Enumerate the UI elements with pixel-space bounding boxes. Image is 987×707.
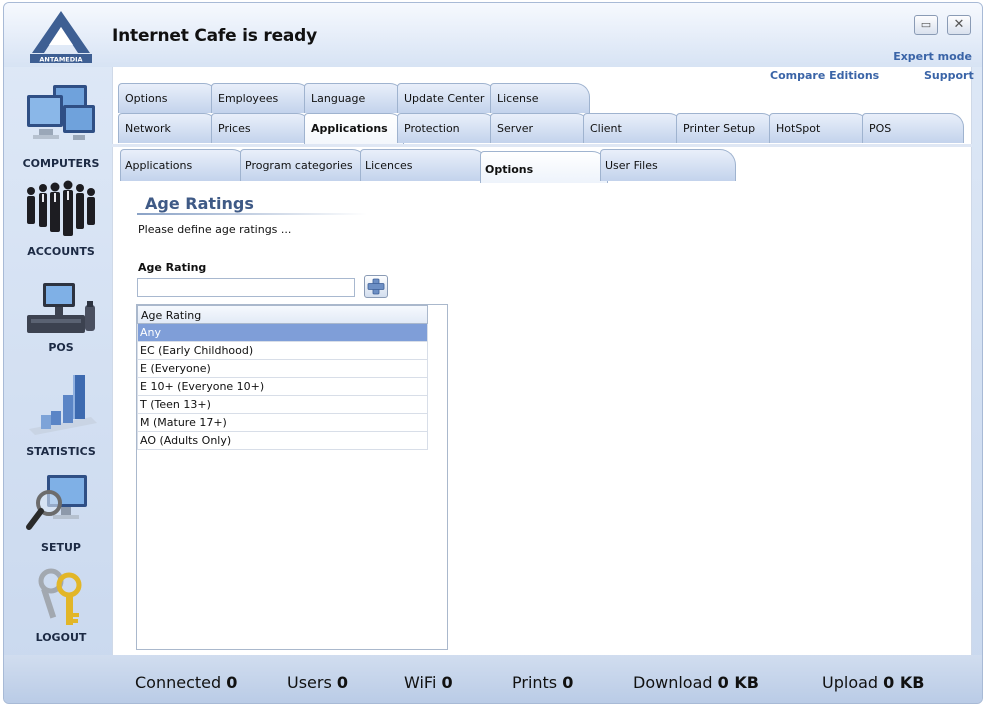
add-button[interactable] bbox=[364, 275, 388, 298]
status-title: Internet Cafe is ready bbox=[112, 26, 318, 46]
stat-value: 0 bbox=[562, 673, 574, 692]
age-rating-label: Age Rating bbox=[138, 261, 207, 274]
age-rating-list[interactable]: Age Rating Any EC (Early Childhood) E (E… bbox=[136, 304, 448, 650]
nav-logout[interactable]: LOGOUT bbox=[10, 567, 112, 644]
section-title: Age Ratings bbox=[145, 194, 254, 213]
pos-icon bbox=[27, 283, 95, 333]
list-column-header[interactable]: Age Rating bbox=[137, 305, 428, 324]
tab-language[interactable]: Language bbox=[304, 83, 404, 113]
tab-applications[interactable]: Applications bbox=[304, 113, 404, 147]
list-item[interactable]: Any bbox=[137, 324, 428, 342]
keys-icon bbox=[38, 568, 82, 625]
subtab-user-files[interactable]: User Files bbox=[600, 149, 736, 181]
close-button[interactable]: ✕ bbox=[947, 15, 971, 35]
stat-label: Prints bbox=[512, 673, 558, 692]
plus-icon bbox=[367, 278, 385, 295]
stat-users: Users 0 bbox=[287, 673, 348, 692]
tab-network[interactable]: Network bbox=[118, 113, 218, 143]
nav-label: SETUP bbox=[41, 541, 81, 554]
tab-employees[interactable]: Employees bbox=[211, 83, 311, 113]
stat-value: 0 KB bbox=[717, 673, 759, 692]
main-window: ANTAMEDIA Internet Cafe is ready ▭ ✕ Exp… bbox=[3, 2, 983, 704]
section-description: Please define age ratings ... bbox=[138, 223, 292, 236]
subtab-licences[interactable]: Licences bbox=[360, 149, 488, 181]
tab-pos[interactable]: POS bbox=[862, 113, 964, 143]
sidebar: COMPUTERS ACCOUNTS POS STATISTICS SETUP … bbox=[4, 67, 112, 655]
stat-value: 0 bbox=[226, 673, 238, 692]
compare-editions-link[interactable]: Compare Editions bbox=[770, 69, 879, 82]
age-rating-input[interactable] bbox=[137, 278, 355, 297]
nav-accounts[interactable]: ACCOUNTS bbox=[10, 179, 112, 258]
header-bar: ANTAMEDIA Internet Cafe is ready ▭ ✕ Exp… bbox=[4, 3, 982, 67]
nav-setup[interactable]: SETUP bbox=[10, 471, 112, 554]
list-item[interactable]: M (Mature 17+) bbox=[137, 414, 428, 432]
list-item[interactable]: EC (Early Childhood) bbox=[137, 342, 428, 360]
stat-label: Download bbox=[633, 673, 713, 692]
tab-printer-setup[interactable]: Printer Setup bbox=[676, 113, 776, 143]
section-underline bbox=[137, 213, 367, 215]
stat-label: Users bbox=[287, 673, 332, 692]
tab-update-center[interactable]: Update Center bbox=[397, 83, 497, 113]
tab-options[interactable]: Options bbox=[118, 83, 218, 113]
stat-label: Connected bbox=[135, 673, 222, 692]
nav-computers[interactable]: COMPUTERS bbox=[10, 79, 112, 170]
stat-prints: Prints 0 bbox=[512, 673, 573, 692]
stat-value: 0 KB bbox=[883, 673, 925, 692]
nav-label: LOGOUT bbox=[35, 631, 87, 644]
list-item[interactable]: AO (Adults Only) bbox=[137, 432, 428, 450]
nav-label: STATISTICS bbox=[26, 445, 96, 458]
nav-pos[interactable]: POS bbox=[10, 281, 112, 354]
nav-label: POS bbox=[48, 341, 74, 354]
nav-label: ACCOUNTS bbox=[27, 245, 95, 258]
subtab-applications[interactable]: Applications bbox=[120, 149, 248, 181]
stat-value: 0 bbox=[336, 673, 349, 692]
tab-row-divider bbox=[112, 144, 972, 147]
list-item[interactable]: T (Teen 13+) bbox=[137, 396, 428, 414]
tab-prices[interactable]: Prices bbox=[211, 113, 311, 143]
logo-text: ANTAMEDIA bbox=[39, 56, 82, 64]
statistics-icon bbox=[29, 375, 97, 435]
nav-statistics[interactable]: STATISTICS bbox=[10, 371, 112, 458]
tab-protection[interactable]: Protection bbox=[397, 113, 497, 143]
list-item[interactable]: E (Everyone) bbox=[137, 360, 428, 378]
expert-mode-link[interactable]: Expert mode bbox=[893, 50, 972, 63]
stat-upload: Upload 0 KB bbox=[822, 673, 924, 692]
subtab-program-categories[interactable]: Program categories bbox=[240, 149, 368, 181]
accounts-icon bbox=[27, 180, 95, 236]
stat-label: WiFi bbox=[404, 673, 437, 692]
minimize-button[interactable]: ▭ bbox=[914, 15, 938, 35]
nav-label: COMPUTERS bbox=[22, 157, 100, 170]
computers-icon bbox=[27, 85, 95, 140]
tab-hotspot[interactable]: HotSpot bbox=[769, 113, 869, 143]
tab-client[interactable]: Client bbox=[583, 113, 683, 143]
status-bar: Connected 0 Users 0 WiFi 0 Prints 0 Down… bbox=[4, 655, 982, 703]
stat-label: Upload bbox=[822, 673, 879, 692]
stat-wifi: WiFi 0 bbox=[404, 673, 453, 692]
support-link[interactable]: Support bbox=[924, 69, 974, 82]
list-item[interactable]: E 10+ (Everyone 10+) bbox=[137, 378, 428, 396]
tab-license[interactable]: License bbox=[490, 83, 590, 113]
tab-server[interactable]: Server bbox=[490, 113, 590, 143]
setup-icon bbox=[26, 475, 87, 530]
stat-download: Download 0 KB bbox=[633, 673, 759, 692]
subtab-options[interactable]: Options bbox=[480, 151, 608, 183]
antamedia-logo: ANTAMEDIA bbox=[30, 11, 92, 64]
stat-connected: Connected 0 bbox=[135, 673, 237, 692]
stat-value: 0 bbox=[441, 673, 453, 692]
